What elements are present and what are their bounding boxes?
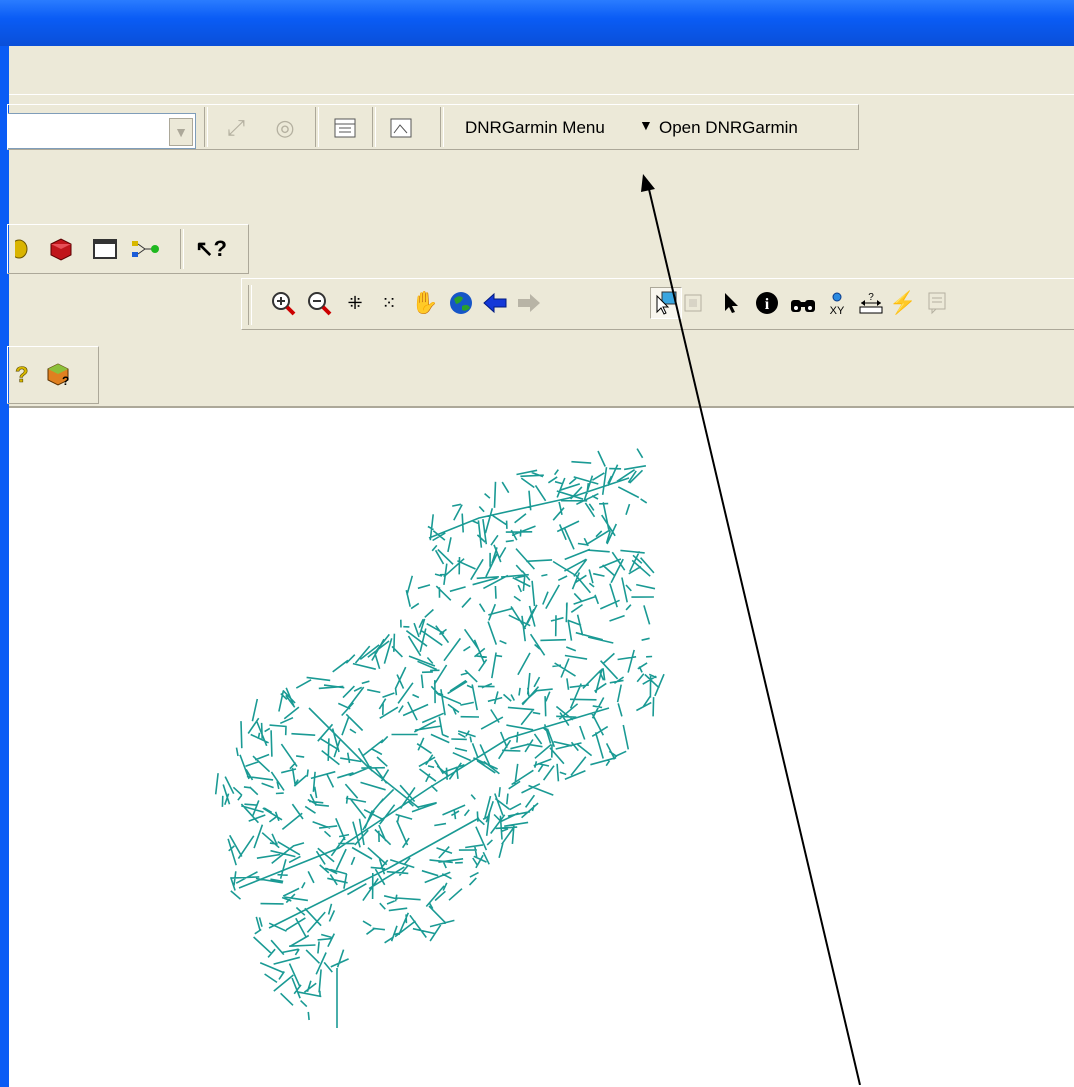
red-box-icon[interactable]	[46, 234, 76, 264]
select-elements-icon[interactable]	[716, 288, 746, 318]
identify-icon[interactable]: i	[752, 288, 782, 318]
window-icon[interactable]	[90, 234, 120, 264]
svg-text:XY: XY	[830, 305, 845, 316]
back-extent-icon[interactable]	[480, 288, 510, 318]
dnrgarmin-menu[interactable]: DNRGarmin Menu	[465, 118, 605, 138]
go-to-xy-icon[interactable]: XY	[822, 288, 852, 318]
forward-extent-icon[interactable]	[514, 288, 544, 318]
whats-this-icon[interactable]: ↖?	[195, 234, 227, 264]
sketch-properties-icon[interactable]	[386, 113, 416, 143]
html-popup-icon[interactable]	[922, 288, 952, 318]
partial-toolbar: ? ?	[7, 346, 99, 404]
help-icon[interactable]: ?	[6, 359, 36, 389]
model-builder-icon[interactable]	[130, 234, 160, 264]
zoom-out-icon[interactable]	[304, 288, 334, 318]
chevron-down-icon[interactable]: ▼	[639, 117, 653, 133]
toolbar-separator	[372, 107, 376, 147]
toolbar-separator	[440, 107, 444, 147]
measure-icon[interactable]: ?	[856, 288, 886, 318]
menubar-divider	[9, 94, 1074, 95]
window-titlebar	[0, 0, 1074, 46]
fixed-zoom-out-icon[interactable]: ⁙	[374, 288, 404, 318]
query-box-icon[interactable]: ?	[44, 359, 74, 389]
attributes-icon[interactable]	[330, 113, 360, 143]
fixed-zoom-in-icon[interactable]: ⁜	[340, 288, 370, 318]
open-dnrgarmin-button[interactable]: Open DNRGarmin	[659, 118, 798, 138]
combo-dropdown-button[interactable]: ▼	[169, 118, 193, 146]
find-icon[interactable]	[788, 288, 818, 318]
toolbar-separator	[248, 285, 252, 325]
toolbar-separator	[180, 229, 184, 269]
svg-text:?: ?	[868, 292, 874, 303]
toolbar-separator	[315, 107, 319, 147]
clear-selection-icon[interactable]	[678, 288, 708, 318]
window-border	[0, 46, 9, 1085]
target-layer-combo[interactable]: ▼	[8, 113, 196, 149]
full-extent-icon[interactable]	[446, 288, 476, 318]
tools-toolbar: ⁜ ⁙ ✋ i XY ? ⚡	[241, 278, 1074, 330]
map-canvas[interactable]	[9, 406, 1074, 1087]
standard-toolbar: ↖?	[7, 224, 249, 274]
toolbar-separator	[204, 107, 208, 147]
toolbar-area: ▼ ⤢ ◎ DNRGarmin Menu ▼ Open DNRGarmin ↖?…	[7, 46, 1074, 406]
sketch-tool-icon[interactable]: ⤢	[221, 113, 251, 143]
road-network-map	[214, 448, 665, 1028]
editor-toolbar: ▼ ⤢ ◎ DNRGarmin Menu ▼ Open DNRGarmin	[7, 104, 859, 150]
svg-text:?: ?	[62, 374, 69, 387]
rotate-tool-icon[interactable]: ◎	[270, 113, 300, 143]
map-icon[interactable]	[8, 234, 38, 264]
zoom-in-icon[interactable]	[268, 288, 298, 318]
hyperlink-icon[interactable]: ⚡	[888, 288, 918, 318]
svg-text:?: ?	[15, 362, 28, 386]
pan-icon[interactable]: ✋	[410, 288, 440, 318]
svg-text:i: i	[765, 296, 770, 313]
